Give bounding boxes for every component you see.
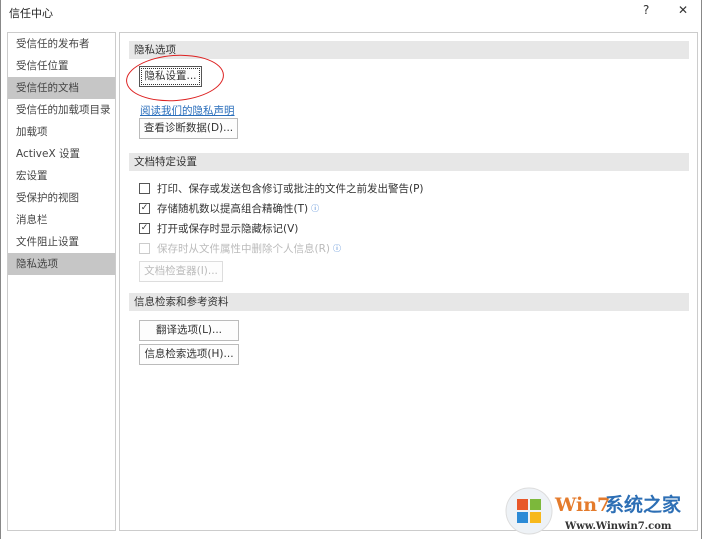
view-diagnostics-button[interactable]: 查看诊断数据(D)... xyxy=(139,118,238,139)
store-random-number-checkbox[interactable]: ✓ 存储随机数以提高组合精确性(T) ⓘ xyxy=(139,201,319,216)
nav-trusted-publishers[interactable]: 受信任的发布者 xyxy=(8,33,115,55)
nav-privacy-options[interactable]: 隐私选项 xyxy=(8,253,115,275)
checkbox-checked[interactable]: ✓ xyxy=(139,203,150,214)
content-panel: 隐私选项 隐私设置... 阅读我们的隐私声明 查看诊断数据(D)... 文档特定… xyxy=(119,32,698,531)
close-button[interactable]: ✕ xyxy=(678,3,688,17)
research-header: 信息检索和参考资料 xyxy=(129,293,689,311)
show-hidden-markup-checkbox[interactable]: ✓ 打开或保存时显示隐藏标记(V) xyxy=(139,221,298,236)
checkbox-label: 存储随机数以提高组合精确性(T) xyxy=(157,203,309,215)
checkbox[interactable] xyxy=(139,243,150,254)
watermark-logo: Win7 系统之家 Www.Winwin7.com xyxy=(505,487,702,539)
warn-before-print-checkbox[interactable]: 打印、保存或发送包含修订或批注的文件之前发出警告(P) xyxy=(139,181,424,196)
nav-protected-view[interactable]: 受保护的视图 xyxy=(8,187,115,209)
nav-trusted-addin-catalogs[interactable]: 受信任的加载项目录 xyxy=(8,99,115,121)
nav-macros[interactable]: 宏设置 xyxy=(8,165,115,187)
nav-file-block[interactable]: 文件阻止设置 xyxy=(8,231,115,253)
info-icon: ⓘ xyxy=(333,244,341,253)
window-title: 信任中心 xyxy=(9,7,53,20)
checkbox-label: 打印、保存或发送包含修订或批注的文件之前发出警告(P) xyxy=(157,183,424,195)
svg-text:系统之家: 系统之家 xyxy=(605,493,682,516)
checkbox[interactable] xyxy=(139,183,150,194)
document-inspector-button[interactable]: 文档检查器(I)... xyxy=(139,261,223,282)
nav-trusted-documents[interactable]: 受信任的文档 xyxy=(8,77,115,99)
checkbox-checked[interactable]: ✓ xyxy=(139,223,150,234)
remove-personal-info-checkbox[interactable]: 保存时从文件属性中删除个人信息(R) ⓘ xyxy=(139,241,341,256)
nav-message-bar[interactable]: 消息栏 xyxy=(8,209,115,231)
sidebar-nav: 受信任的发布者 受信任位置 受信任的文档 受信任的加载项目录 加载项 Activ… xyxy=(7,32,116,531)
svg-text:Www.Winwin7.com: Www.Winwin7.com xyxy=(564,521,672,532)
checkbox-label: 打开或保存时显示隐藏标记(V) xyxy=(157,223,299,235)
nav-activex[interactable]: ActiveX 设置 xyxy=(8,143,115,165)
nav-trusted-locations[interactable]: 受信任位置 xyxy=(8,55,115,77)
svg-text:Win7: Win7 xyxy=(554,494,610,516)
trust-center-dialog: 信任中心 ? ✕ 受信任的发布者 受信任位置 受信任的文档 受信任的加载项目录 … xyxy=(0,0,702,539)
research-options-button[interactable]: 信息检索选项(H)... xyxy=(139,344,239,365)
checkbox-label: 保存时从文件属性中删除个人信息(R) xyxy=(157,243,330,255)
info-icon: ⓘ xyxy=(311,204,320,213)
nav-addins[interactable]: 加载项 xyxy=(8,121,115,143)
privacy-statement-link[interactable]: 阅读我们的隐私声明 xyxy=(140,103,235,118)
doc-settings-header: 文档特定设置 xyxy=(129,153,689,171)
privacy-header: 隐私选项 xyxy=(129,41,689,59)
help-button[interactable]: ? xyxy=(643,3,649,17)
translation-options-button[interactable]: 翻译选项(L)... xyxy=(139,320,239,341)
